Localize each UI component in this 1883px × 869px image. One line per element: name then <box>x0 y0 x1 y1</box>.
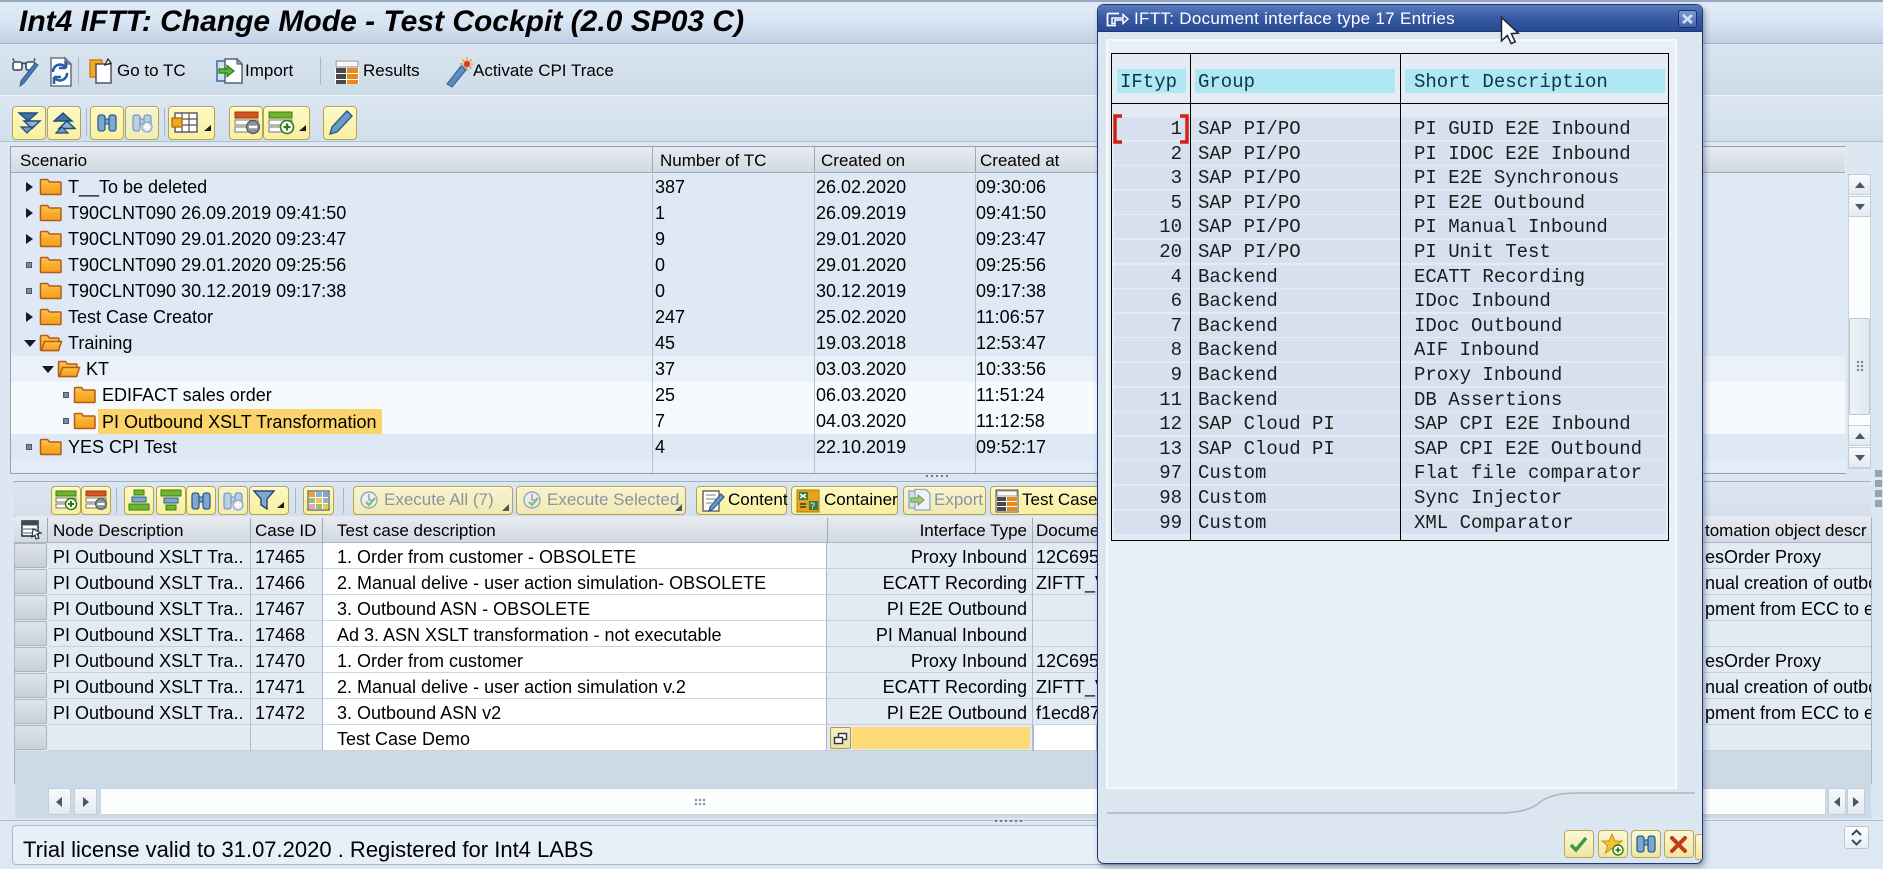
svg-text:?: ? <box>810 501 815 511</box>
